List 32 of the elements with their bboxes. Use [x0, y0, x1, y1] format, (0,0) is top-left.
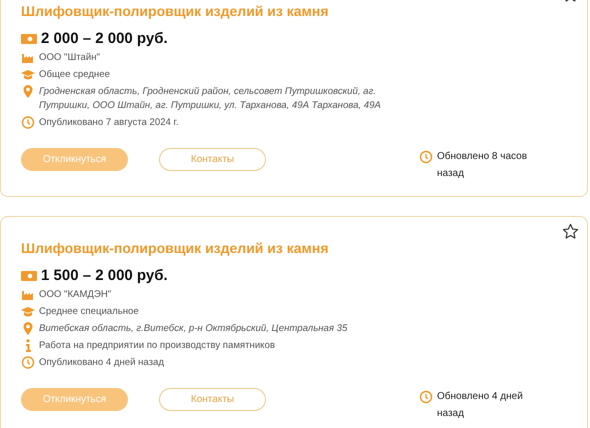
company-name: ООО "КАМДЭН" — [39, 288, 112, 302]
map-pin-icon — [21, 85, 35, 98]
clock-icon — [419, 390, 433, 404]
clock-icon — [21, 356, 35, 369]
published-date: Опубликовано 7 августа 2024 г. — [39, 116, 179, 130]
vacancy-title[interactable]: Шлифовщик-полировщик изделий из камня — [21, 2, 567, 20]
clock-icon — [21, 116, 35, 129]
respond-button[interactable]: Откликнуться — [21, 148, 128, 171]
map-pin-icon — [21, 322, 35, 335]
money-icon — [21, 270, 37, 282]
graduation-cap-icon — [21, 68, 35, 81]
graduation-cap-icon — [21, 305, 35, 318]
updated-time: Обновлено 4 дней назад — [437, 390, 524, 421]
address: Гродненская область, Гродненский район, сельсовет Путришковский, аг. Путришки, ООО Штайн, аг. Путришки, ул. Тарханова, 49А Тарханова, 49А — [39, 85, 382, 113]
address: Витебская область, г.Витебск, р-н Октябрьский, Центральная 35 — [39, 322, 348, 336]
respond-button[interactable]: Откликнуться — [21, 388, 128, 411]
star-icon[interactable] — [562, 223, 579, 240]
salary: 1 500 – 2 000 руб. — [41, 267, 168, 285]
clock-icon — [419, 150, 433, 164]
factory-icon — [21, 51, 35, 64]
contacts-button[interactable]: Контакты — [159, 388, 266, 411]
salary: 2 000 – 2 000 руб. — [41, 30, 168, 48]
money-icon — [21, 33, 37, 45]
factory-icon — [21, 288, 35, 301]
published-date: Опубликовано 4 дней назад — [39, 356, 164, 370]
vacancy-title[interactable]: Шлифовщик-полировщик изделий из камня — [21, 239, 567, 257]
updated-time: Обновлено 8 часов назад — [437, 150, 528, 181]
description: Работа на предприятии по производству памятников — [39, 339, 275, 353]
company-name: ООО "Штайн" — [39, 51, 100, 65]
contacts-button[interactable]: Контакты — [159, 148, 266, 171]
education-level: Общее среднее — [39, 68, 110, 82]
education-level: Среднее специальное — [39, 305, 139, 319]
